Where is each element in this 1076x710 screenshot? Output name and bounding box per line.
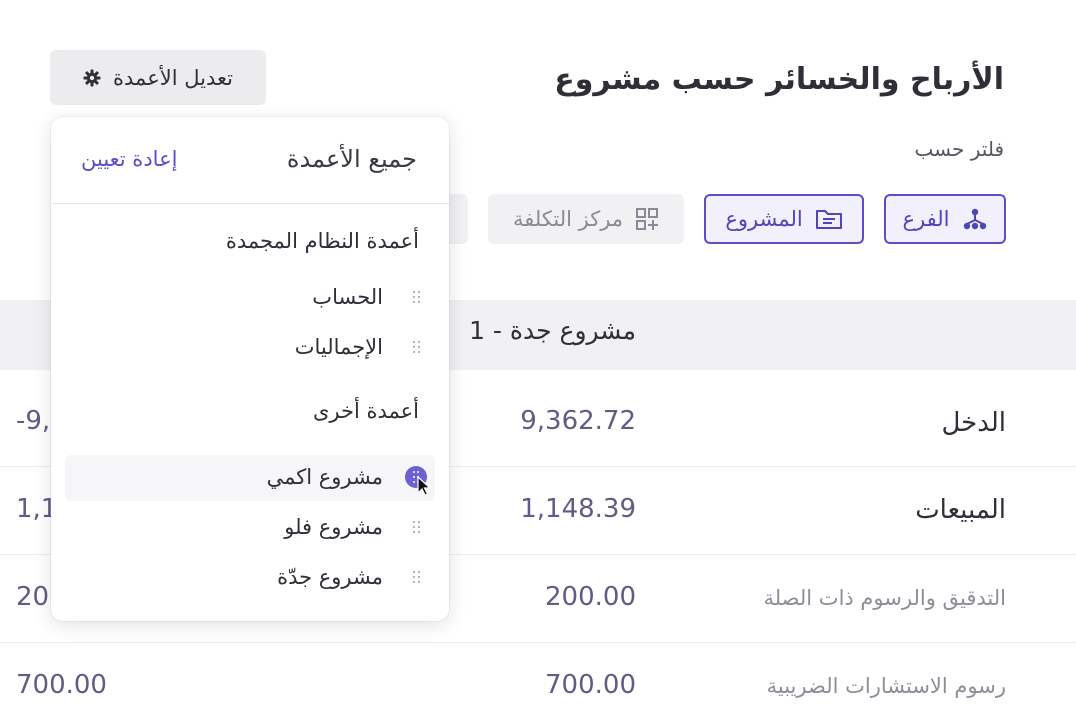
page-title: الأرباح والخسائر حسب مشروع bbox=[554, 62, 1004, 97]
group-label: مشروع جدة - 1 bbox=[469, 316, 636, 345]
gear-icon bbox=[83, 69, 101, 87]
filter-chip-branch[interactable]: الفرع bbox=[884, 194, 1006, 244]
row-value: 1,148.39 bbox=[520, 494, 636, 524]
row-label: رسوم الاستشارات الضريبية bbox=[766, 674, 1006, 698]
column-item: الإجماليات bbox=[294, 335, 383, 359]
edit-columns-label: تعديل الأعمدة bbox=[113, 65, 233, 90]
filter-chip-hidden[interactable] bbox=[448, 194, 468, 244]
folder-icon bbox=[815, 208, 843, 230]
grid-plus-icon bbox=[635, 207, 659, 231]
filter-chip-project[interactable]: المشروع bbox=[704, 194, 864, 244]
edit-columns-button[interactable]: تعديل الأعمدة bbox=[50, 50, 266, 105]
cursor-icon bbox=[416, 475, 434, 501]
filter-chip-label: الفرع bbox=[902, 207, 950, 231]
row-label: الدخل bbox=[941, 408, 1006, 438]
row-value-partial: 700.00 bbox=[16, 670, 107, 700]
row-label: التدقيق والرسوم ذات الصلة bbox=[763, 586, 1006, 610]
column-item[interactable]: مشروع اكمي bbox=[267, 465, 383, 489]
drag-handle-icon[interactable] bbox=[413, 521, 421, 535]
column-item: الحساب bbox=[312, 285, 383, 309]
dropdown-divider bbox=[51, 203, 449, 204]
row-value-partial: -9, bbox=[16, 406, 51, 436]
reset-button[interactable]: إعادة تعيين bbox=[81, 147, 177, 171]
frozen-columns-heading: أعمدة النظام المجمدة bbox=[225, 229, 419, 253]
column-item[interactable]: مشروع فلو bbox=[284, 515, 383, 539]
row-value: 9,362.72 bbox=[520, 406, 636, 436]
branch-icon bbox=[962, 208, 988, 230]
row-divider bbox=[0, 642, 1076, 643]
row-value-partial: 20 bbox=[16, 582, 50, 612]
drag-handle-icon bbox=[413, 341, 421, 355]
columns-dropdown: جميع الأعمدة إعادة تعيين أعمدة النظام ال… bbox=[51, 117, 449, 621]
drag-handle-icon[interactable] bbox=[413, 571, 421, 585]
filter-chip-label: مركز التكلفة bbox=[512, 207, 624, 231]
filter-chip-cost-center[interactable]: مركز التكلفة bbox=[488, 194, 684, 244]
dropdown-title: جميع الأعمدة bbox=[286, 145, 417, 173]
filter-chip-label: المشروع bbox=[725, 207, 803, 231]
other-columns-heading: أعمدة أخرى bbox=[312, 399, 419, 423]
column-item[interactable]: مشروع جدّة bbox=[277, 565, 383, 589]
row-value: 200.00 bbox=[545, 582, 636, 612]
drag-handle-icon bbox=[413, 291, 421, 305]
filter-label: فلتر حسب bbox=[914, 137, 1004, 161]
row-value: 700.00 bbox=[545, 670, 636, 700]
row-label: المبيعات bbox=[915, 495, 1006, 525]
